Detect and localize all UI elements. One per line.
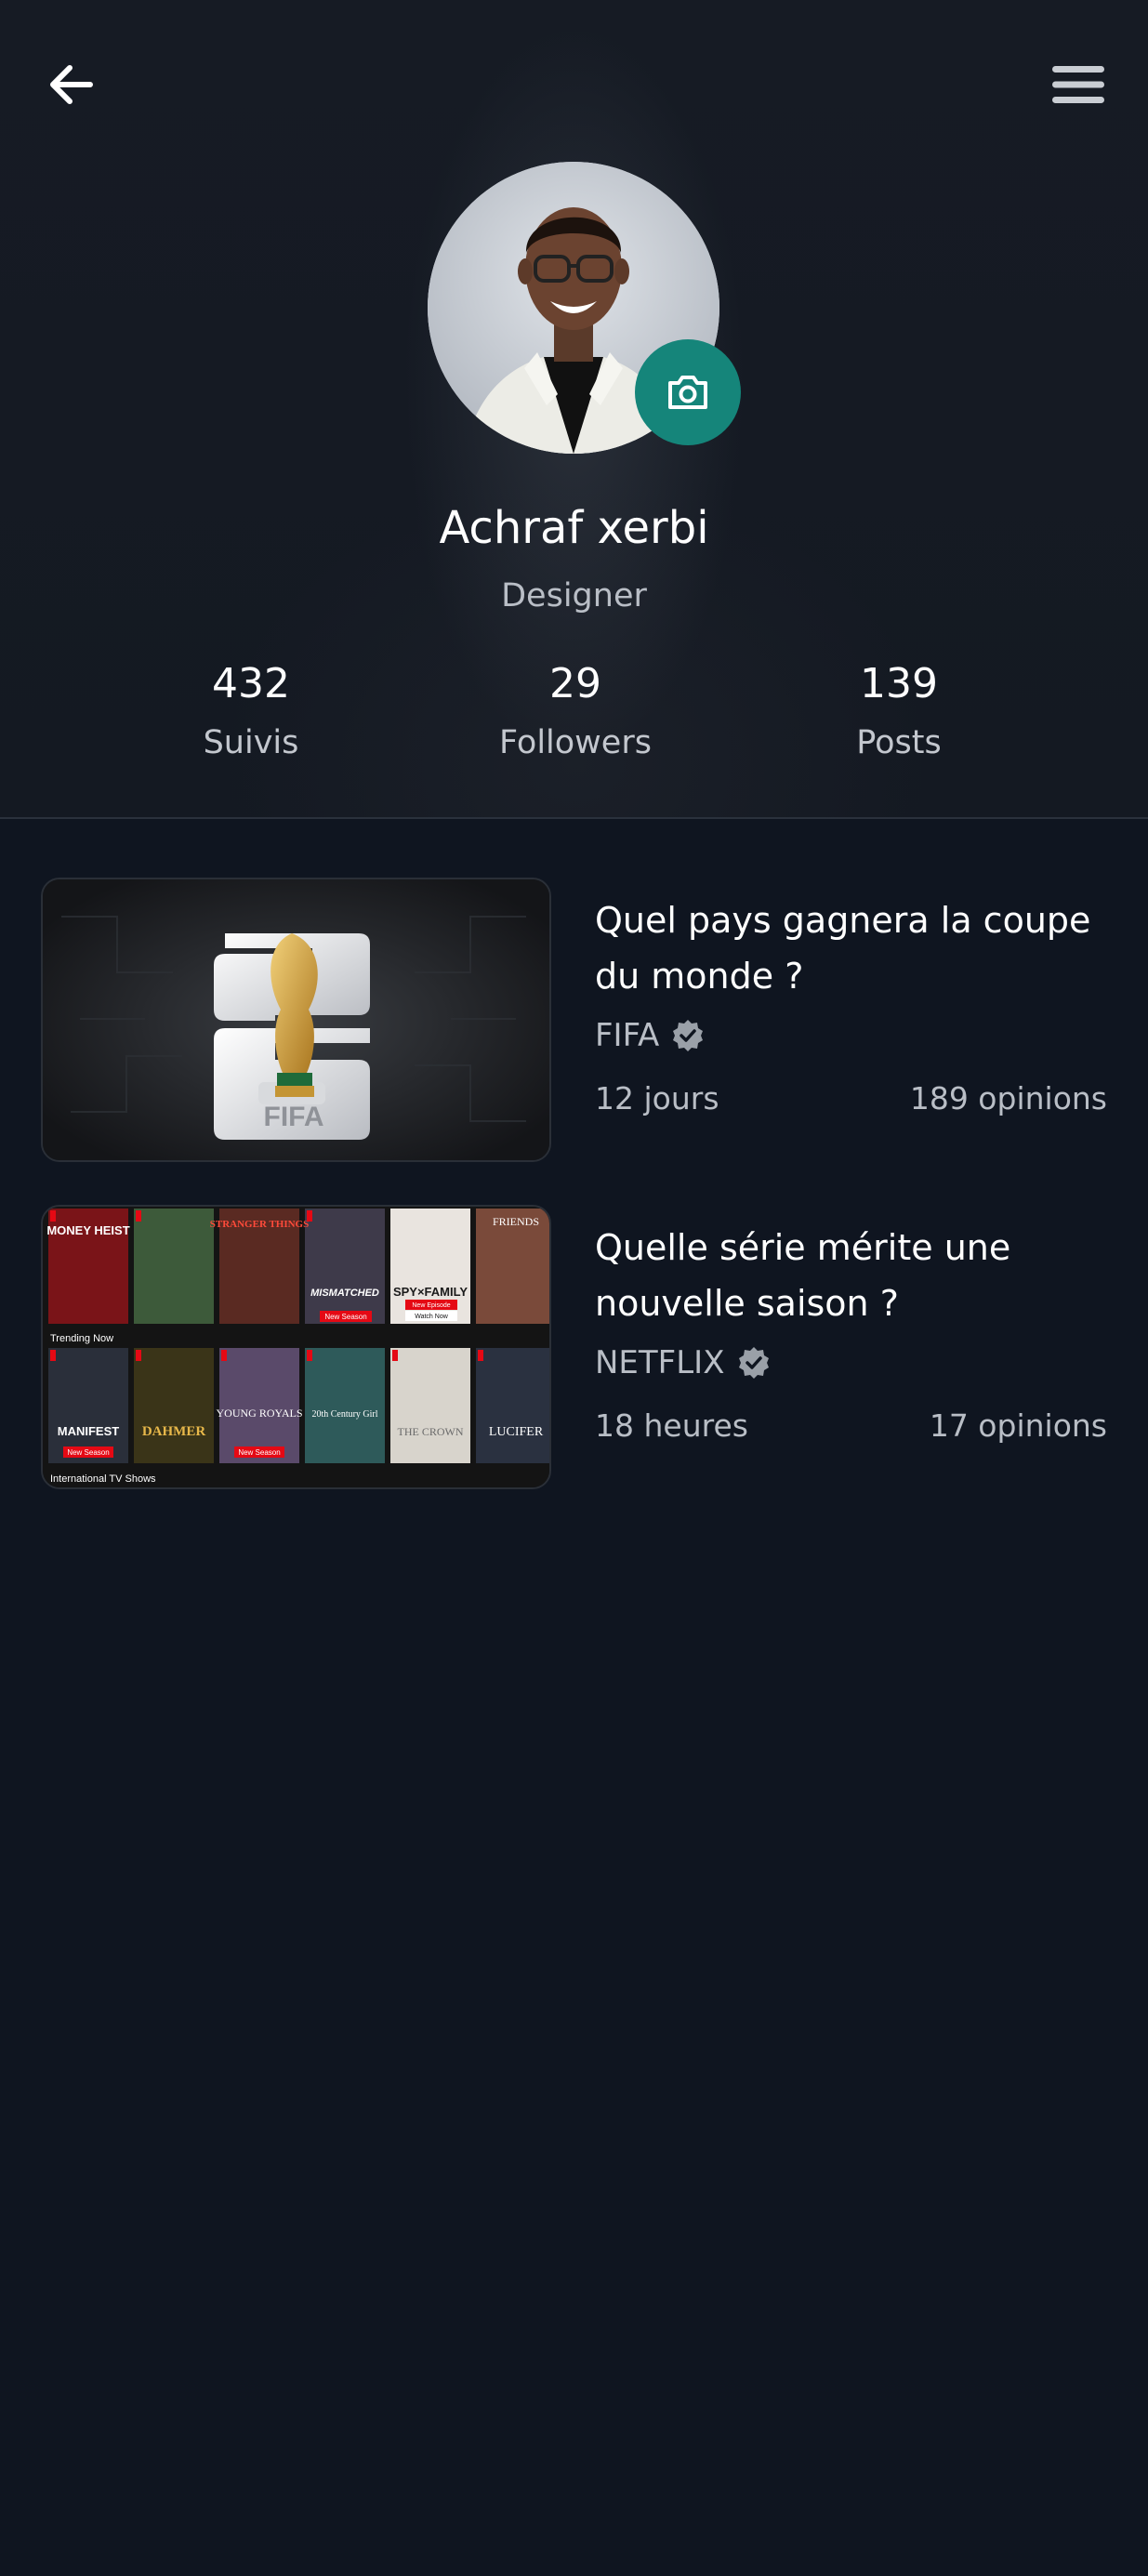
poster-title: THE CROWN — [398, 1425, 464, 1438]
stat-posts[interactable]: 139 Posts — [787, 656, 1010, 766]
post-thumbnail: FIFA — [41, 878, 551, 1162]
poster-badge: New Season — [324, 1313, 366, 1321]
poster-title: MISMATCHED — [310, 1288, 379, 1299]
stat-label: Posts — [856, 724, 942, 761]
stat-value: 139 — [860, 660, 938, 707]
camera-icon — [668, 376, 707, 409]
row-heading: Trending Now — [50, 1333, 113, 1344]
post-title: Quelle série mérite une nouvelle saison … — [595, 1227, 1011, 1324]
stat-followers[interactable]: 29 Followers — [464, 656, 687, 766]
profile-role: Designer — [501, 577, 647, 614]
back-button[interactable] — [41, 54, 102, 115]
fifa-world-cup-image: FIFA — [43, 879, 549, 1160]
poster-title: FRIENDS — [493, 1215, 539, 1228]
source-name: NETFLIX — [595, 1344, 725, 1381]
profile-name: Achraf xerbi — [439, 502, 709, 554]
thumbnail-logo-text: FIFA — [264, 1102, 324, 1132]
post-card[interactable]: MONEY HEIST STRANGER THINGS MISMATCHED S… — [41, 1205, 1107, 1489]
change-photo-button[interactable] — [635, 339, 741, 445]
poster-badge: New Episode — [412, 1302, 450, 1309]
verified-badge-icon — [670, 1018, 706, 1053]
post-opinions[interactable]: 189 opinions — [910, 1077, 1107, 1121]
post-title: Quel pays gagnera la coupe du monde ? — [595, 900, 1091, 997]
poster-badge: New Season — [238, 1448, 280, 1457]
post-source[interactable]: NETFLIX — [595, 1341, 772, 1385]
netflix-catalog-image: MONEY HEIST STRANGER THINGS MISMATCHED S… — [43, 1207, 549, 1487]
arrow-left-icon — [50, 65, 93, 104]
poster-title: STRANGER THINGS — [210, 1219, 309, 1230]
poster-badge: New Season — [67, 1448, 109, 1457]
poster-badge: Watch Now — [415, 1314, 448, 1320]
stat-label: Followers — [499, 724, 652, 761]
poster-title: DAHMER — [142, 1424, 205, 1439]
hamburger-menu-icon — [1052, 66, 1104, 103]
post-thumbnail: MONEY HEIST STRANGER THINGS MISMATCHED S… — [41, 1205, 551, 1489]
profile-header: Achraf xerbi Designer 432 Suivis 29 Foll… — [0, 0, 1148, 819]
menu-button[interactable] — [1046, 54, 1111, 115]
poster-title: SPY×FAMILY — [393, 1285, 468, 1299]
poster-title: 20th Century Girl — [311, 1409, 377, 1420]
stat-value: 432 — [212, 660, 290, 707]
stat-label: Suivis — [203, 724, 299, 761]
poster-title: YOUNG ROYALS — [216, 1407, 302, 1420]
poster-title: LUCIFER — [489, 1425, 544, 1439]
verified-badge-icon — [736, 1345, 772, 1380]
post-card[interactable]: FIFA Quel pays gagnera la coupe du monde… — [41, 878, 1107, 1162]
source-name: FIFA — [595, 1017, 660, 1054]
stat-following[interactable]: 432 Suivis — [139, 656, 363, 766]
post-time: 18 heures — [595, 1407, 748, 1444]
poster-title: MONEY HEIST — [46, 1223, 129, 1237]
row-heading: International TV Shows — [50, 1473, 156, 1485]
profile-screen: Achraf xerbi Designer 432 Suivis 29 Foll… — [0, 0, 1148, 2576]
stat-value: 29 — [549, 660, 601, 707]
post-time: 12 jours — [595, 1080, 719, 1116]
post-source[interactable]: FIFA — [595, 1013, 706, 1058]
poster-title: MANIFEST — [58, 1424, 120, 1438]
post-opinions[interactable]: 17 opinions — [930, 1404, 1107, 1448]
